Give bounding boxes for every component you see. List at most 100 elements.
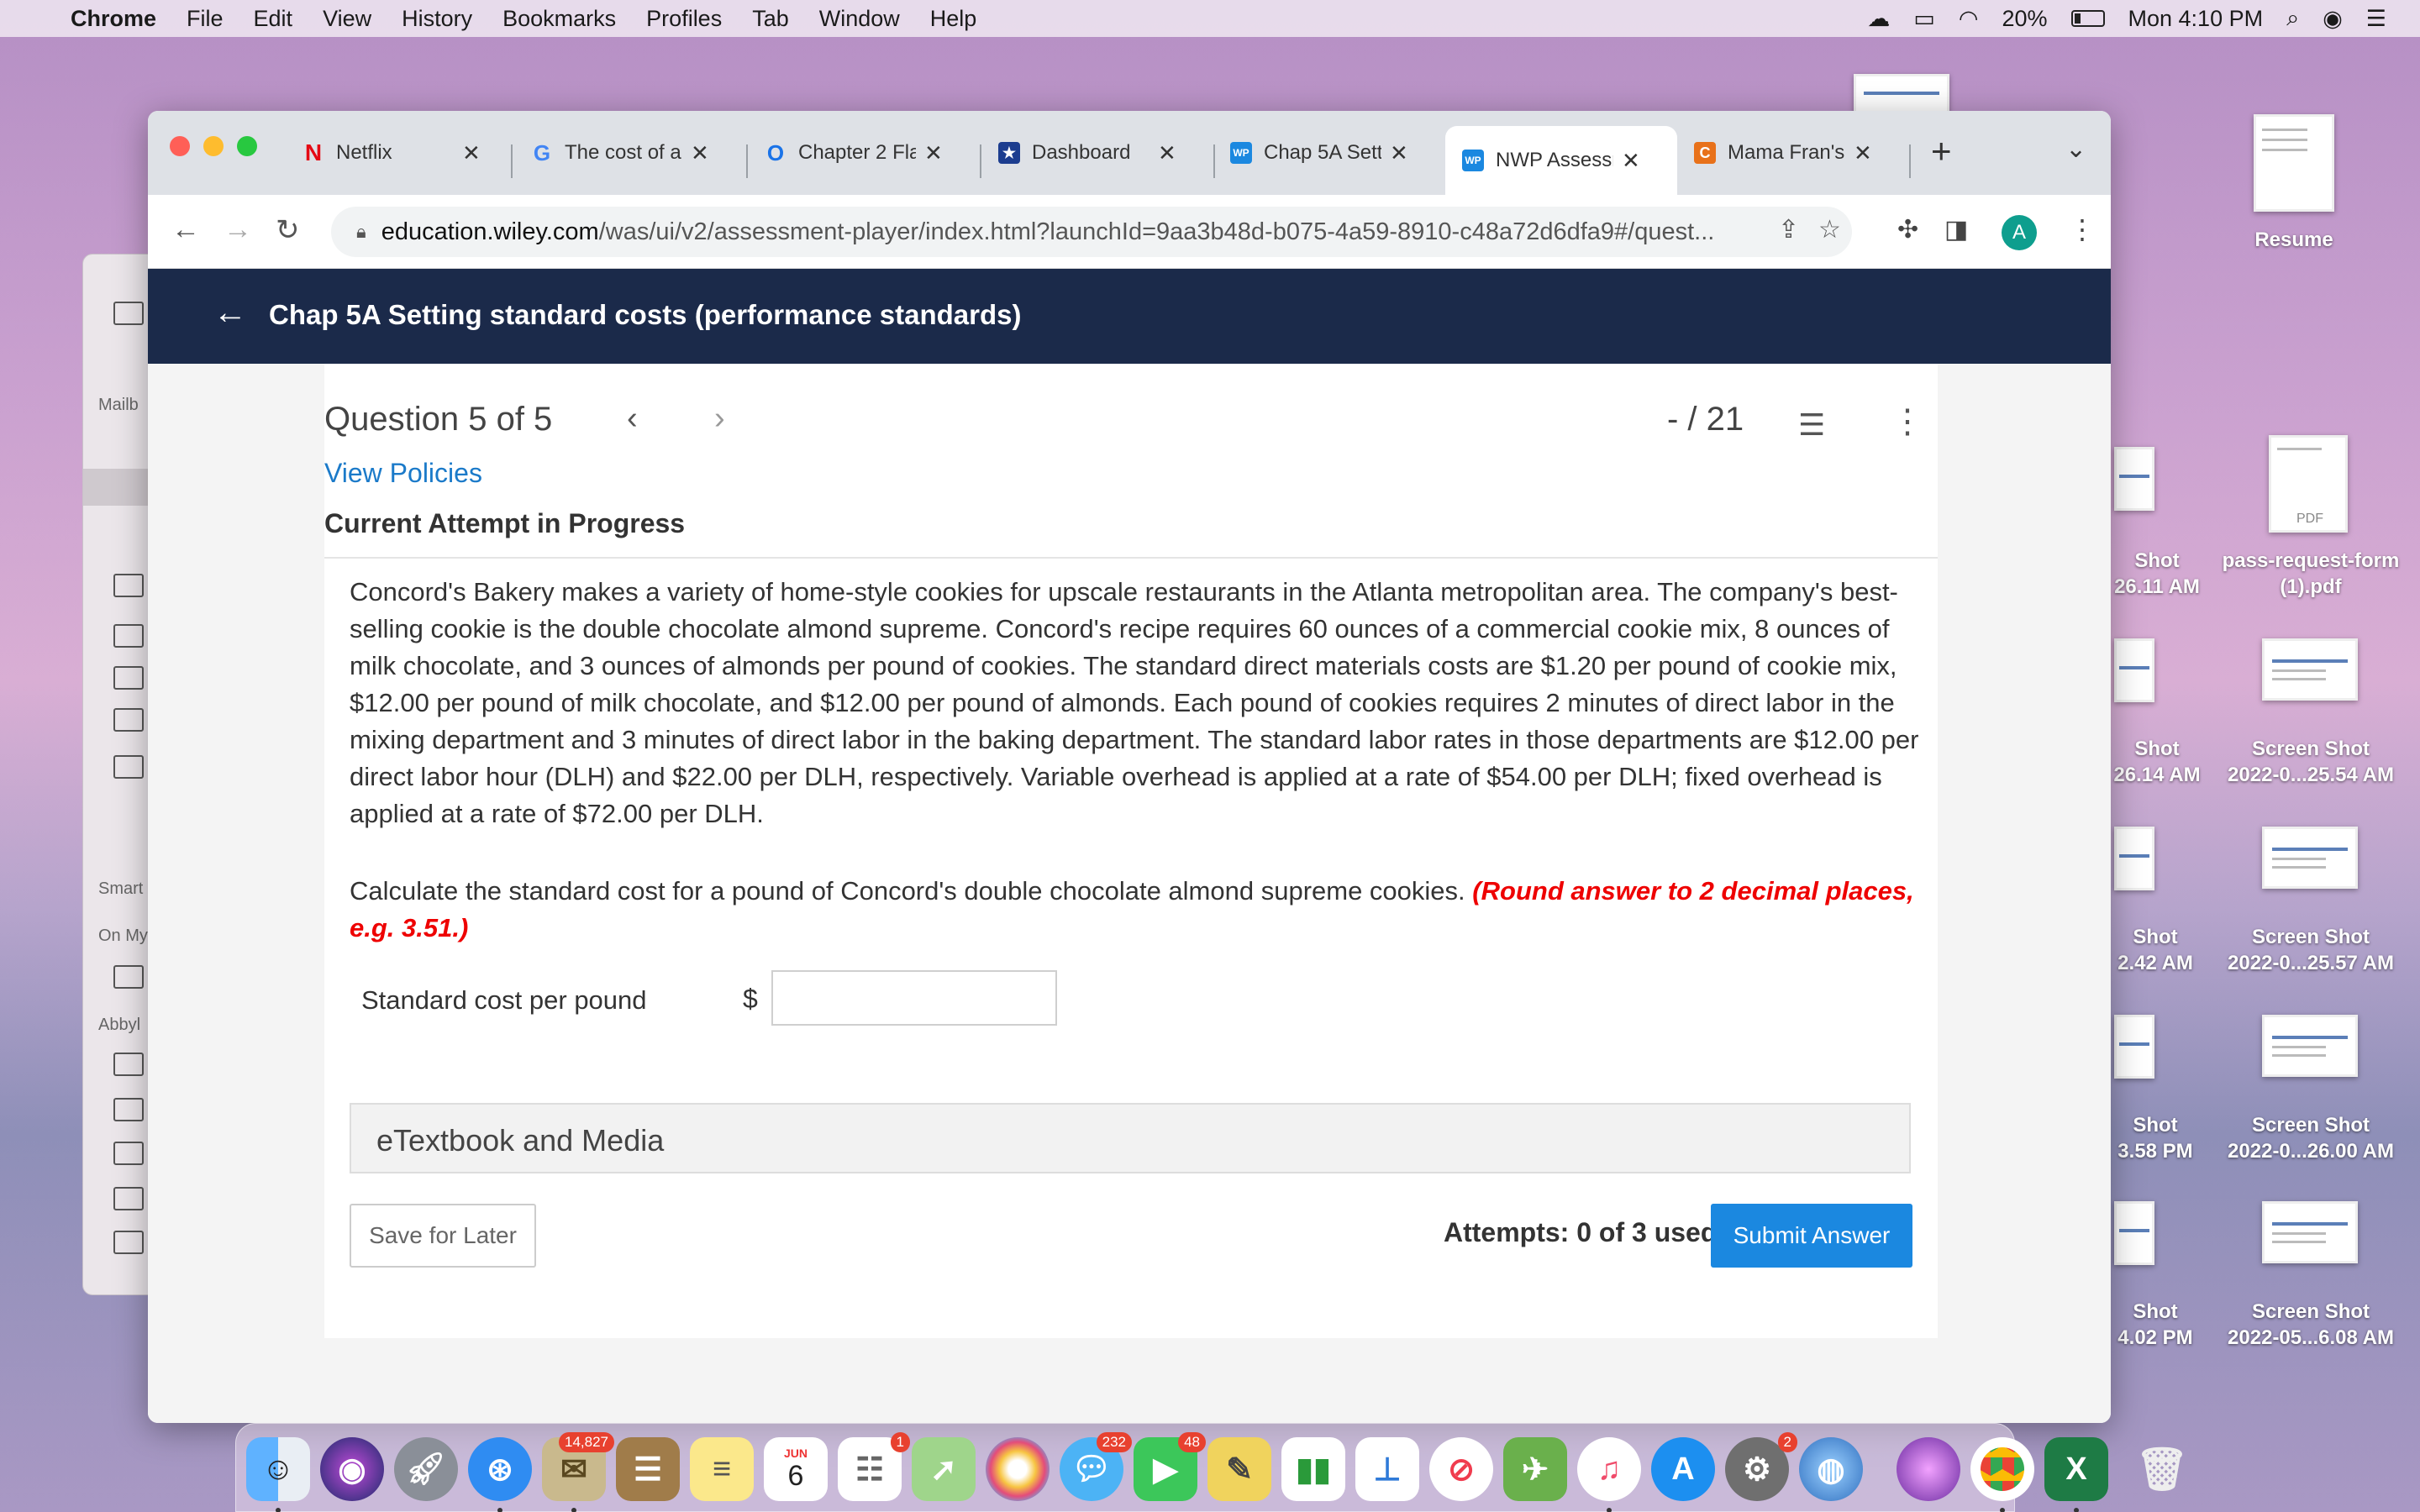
tab-netflix[interactable]: N Netflix ✕ [302, 126, 504, 180]
share-icon[interactable]: ⇪ [1778, 215, 1799, 244]
mail-folder-icon[interactable] [113, 666, 144, 690]
screenshot-thumb[interactable] [2262, 827, 2358, 889]
close-tab-icon[interactable]: ✕ [1158, 140, 1176, 166]
menu-help[interactable]: Help [930, 6, 977, 32]
music-icon[interactable]: ♫ [1577, 1437, 1641, 1501]
menu-window[interactable]: Window [819, 6, 900, 32]
mail-folder-icon[interactable] [113, 1053, 144, 1076]
maps-icon[interactable]: ➚ [912, 1437, 976, 1501]
excel-icon[interactable]: X [2044, 1437, 2108, 1501]
network-globe-icon[interactable]: ◍ [1799, 1437, 1863, 1501]
screenshot-thumb[interactable] [2262, 638, 2358, 701]
more-options-icon[interactable]: ⋮ [1891, 402, 1924, 441]
back-arrow-icon[interactable]: ← [171, 213, 200, 246]
save-for-later-button[interactable]: Save for Later [350, 1204, 536, 1268]
bookmark-star-icon[interactable]: ☆ [1818, 215, 1841, 244]
screenshot-label[interactable]: Screen Shot 2022-05...6.08 AM [2210, 1299, 2412, 1351]
tab-dashboard[interactable]: ★ Dashboard ✕ [998, 126, 1207, 180]
screenshot-thumb[interactable] [2114, 1015, 2154, 1079]
mail-folder-icon[interactable] [113, 574, 144, 597]
mail-folder-icon[interactable] [113, 1098, 144, 1121]
menu-profiles[interactable]: Profiles [646, 6, 722, 32]
previous-question-chevron-icon[interactable]: ‹ [627, 401, 638, 437]
reminders-icon[interactable]: ☷ 1 [838, 1432, 910, 1501]
forward-arrow-icon[interactable]: → [224, 213, 252, 246]
profile-avatar[interactable]: A [2002, 215, 2037, 250]
back-to-assignment-icon[interactable]: ← [213, 294, 247, 332]
notes-icon[interactable]: ≡ [690, 1437, 754, 1501]
clock[interactable]: Mon 4:10 PM [2128, 6, 2264, 32]
mail-folder-icon[interactable] [113, 708, 144, 732]
screenshot-thumb[interactable] [2262, 1015, 2358, 1077]
mail-folder-icon[interactable] [113, 965, 144, 989]
trash-icon[interactable]: 🗑︎ [2130, 1437, 2194, 1501]
screenshot-thumb[interactable] [2114, 638, 2154, 702]
chrome-icon[interactable] [1970, 1437, 2034, 1501]
screenshot-thumb[interactable] [2114, 447, 2154, 511]
screenshot-thumb[interactable] [1854, 74, 1949, 116]
close-tab-icon[interactable]: ✕ [1854, 140, 1872, 166]
control-center-icon[interactable]: ☰ [2366, 6, 2386, 32]
chrome-menu-icon[interactable]: ⋮ [2069, 213, 2096, 245]
close-tab-icon[interactable]: ✕ [691, 140, 709, 166]
news-icon[interactable]: ⊘ [1429, 1437, 1493, 1501]
finder-icon[interactable]: ☺ [246, 1437, 310, 1501]
close-tab-icon[interactable]: ✕ [924, 140, 943, 166]
close-tab-icon[interactable]: ✕ [462, 140, 481, 166]
screenshot-thumb[interactable] [2262, 1201, 2358, 1263]
mail-compose-icon[interactable] [113, 302, 144, 325]
address-bar[interactable]: 🔒︎ education.wiley.com/was/ui/v2/assessm… [331, 207, 1852, 257]
launchpad-icon[interactable]: 🚀︎ [394, 1437, 458, 1501]
screenshot-thumb[interactable] [2114, 1201, 2154, 1265]
zoom-window-button[interactable] [237, 136, 257, 156]
calendar-icon[interactable]: JUN 6 [764, 1437, 828, 1501]
screenshot-label[interactable]: Shot 4.02 PM [2107, 1299, 2203, 1351]
facetime-icon[interactable]: ▶ 48 [1134, 1432, 1206, 1501]
tab-search-chevron-icon[interactable]: ⌄ [2065, 134, 2086, 164]
tab-chapter-2[interactable]: O Chapter 2 Fla ✕ [765, 126, 973, 180]
app-store-icon[interactable]: A [1651, 1437, 1715, 1501]
app-icon[interactable] [1897, 1437, 1960, 1501]
mail-folder-icon[interactable] [113, 1142, 144, 1165]
battery-percent[interactable]: 20% [2002, 6, 2047, 32]
close-tab-icon[interactable]: ✕ [1390, 140, 1408, 166]
extensions-puzzle-icon[interactable]: ✣ [1897, 215, 1918, 244]
mail-folder-icon[interactable] [113, 1231, 144, 1254]
new-tab-plus-icon[interactable]: + [1931, 131, 1952, 171]
reload-icon[interactable]: ↻ [276, 213, 300, 247]
airplay-icon[interactable]: ▭ [1913, 6, 1935, 32]
user-icon[interactable]: ◉ [2323, 6, 2343, 32]
mail-folder-icon[interactable] [113, 755, 144, 779]
screenshot-label[interactable]: Screen Shot 2022-0...26.00 AM [2210, 1112, 2412, 1164]
menu-app-name[interactable]: Chrome [71, 6, 156, 32]
pdf-file-icon[interactable]: PDF [2269, 435, 2348, 533]
contacts-icon[interactable]: ☰ [616, 1437, 680, 1501]
resume-file-icon[interactable] [2254, 114, 2334, 212]
minimize-window-button[interactable] [203, 136, 224, 156]
screenshot-label[interactable]: Shot 2.42 AM [2107, 924, 2203, 976]
screenshot-label[interactable]: Screen Shot 2022-0...25.54 AM [2210, 736, 2412, 788]
submit-answer-button[interactable]: Submit Answer [1711, 1204, 1912, 1268]
siri-icon[interactable]: ◉ [320, 1437, 384, 1501]
close-window-button[interactable] [170, 136, 190, 156]
screenshot-label[interactable]: Shot 26.11 AM [2111, 548, 2203, 600]
question-list-icon[interactable]: ☰ [1798, 407, 1825, 443]
safari-icon[interactable]: ⊛ [468, 1437, 532, 1501]
menu-view[interactable]: View [323, 6, 371, 32]
side-panel-icon[interactable]: ◨ [1944, 215, 1968, 244]
screenshot-label[interactable]: Shot 3.58 PM [2107, 1112, 2203, 1164]
spotlight-search-icon[interactable]: ⌕ [2286, 5, 2299, 32]
url-text[interactable]: education.wiley.com/was/ui/v2/assessment… [381, 218, 1715, 246]
menu-file[interactable]: File [187, 6, 224, 32]
tab-mama-frans[interactable]: C Mama Fran's ✕ [1694, 126, 1902, 180]
tab-nwp-assessment[interactable]: WP NWP Assessm ✕ [1445, 126, 1677, 195]
close-tab-icon[interactable]: ✕ [1622, 148, 1640, 174]
pages-icon[interactable]: ✎ [1207, 1437, 1271, 1501]
photos-icon[interactable] [986, 1437, 1050, 1501]
mail-folder-icon[interactable] [113, 624, 144, 648]
screenshot-label[interactable]: Screen Shot 2022-0...25.57 AM [2210, 924, 2412, 976]
screenshot-label[interactable]: Shot 26.14 AM [2111, 736, 2203, 788]
tab-chap-5a[interactable]: WP Chap 5A Setti ✕ [1230, 126, 1439, 180]
menu-bookmarks[interactable]: Bookmarks [502, 6, 616, 32]
next-question-chevron-icon[interactable]: › [714, 401, 725, 437]
